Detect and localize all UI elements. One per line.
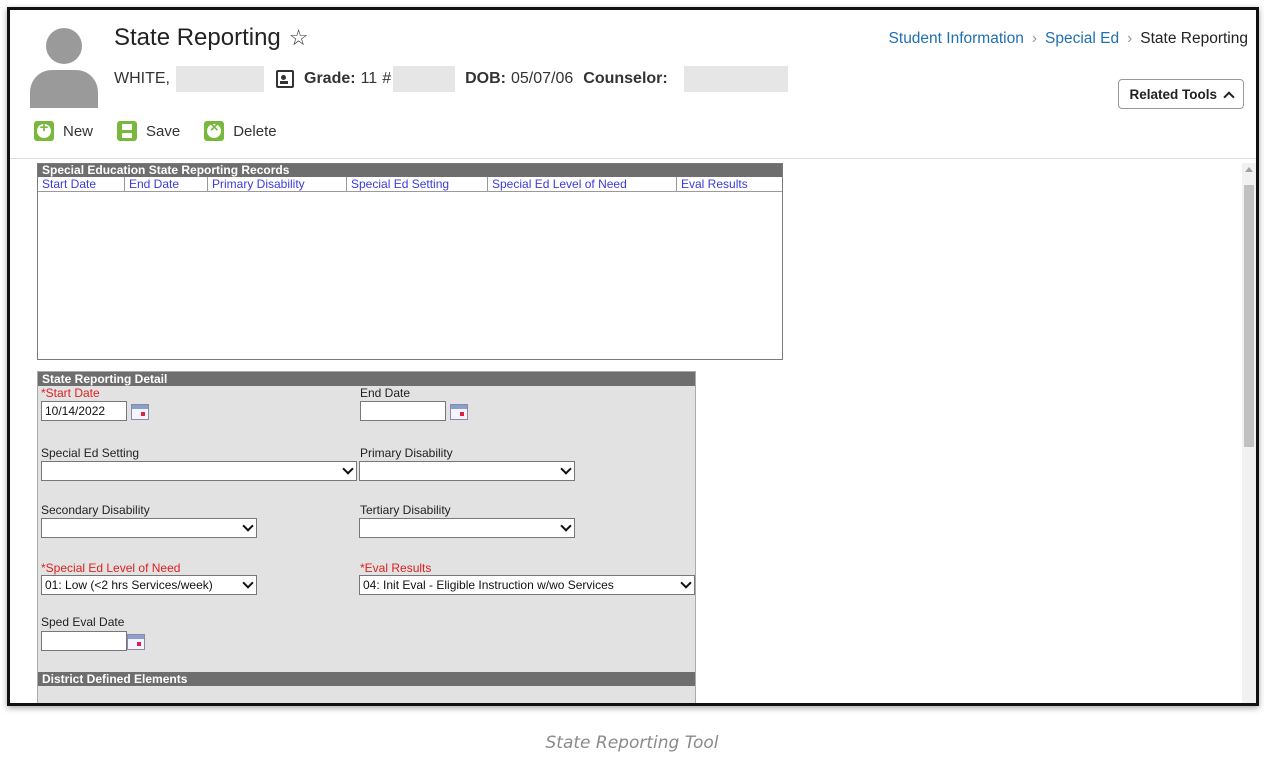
column-header-special-ed-setting[interactable]: Special Ed Setting <box>347 177 488 191</box>
dob-label: DOB: <box>465 70 506 87</box>
redacted-first-name <box>176 66 264 92</box>
eval-results-value: 04: Init Eval - Eligible Instruction w/w… <box>363 578 614 592</box>
student-last-name: WHITE, <box>114 70 170 87</box>
primary-disability-label: Primary Disability <box>360 446 453 460</box>
end-date-input[interactable] <box>360 401 446 421</box>
calendar-icon[interactable] <box>127 634 145 650</box>
counselor-label: Counselor: <box>583 70 668 87</box>
district-defined-title: District Defined Elements <box>38 672 695 686</box>
chevron-down-icon <box>560 463 572 475</box>
number-sign: # <box>382 70 392 87</box>
level-of-need-select[interactable]: 01: Low (<2 hrs Services/week) <box>41 575 257 595</box>
new-label: New <box>63 122 94 140</box>
records-column-headers: Start Date End Date Primary Disability S… <box>38 177 782 192</box>
special-ed-setting-label: Special Ed Setting <box>41 446 140 460</box>
secondary-disability-select[interactable] <box>41 518 257 538</box>
column-header-eval-results[interactable]: Eval Results <box>677 177 769 191</box>
column-header-end-date[interactable]: End Date <box>125 177 208 191</box>
column-header-primary-disability[interactable]: Primary Disability <box>208 177 347 191</box>
tertiary-disability-label: Tertiary Disability <box>360 503 451 517</box>
toolbar: New Save Delete <box>34 119 301 141</box>
column-header-level-of-need[interactable]: Special Ed Level of Need <box>488 177 677 191</box>
app-window: State Reporting ☆ WHITE, Grade: 11 # DOB… <box>7 7 1259 706</box>
star-icon[interactable]: ☆ <box>289 25 309 51</box>
breadcrumb-special-ed[interactable]: Special Ed <box>1045 30 1119 48</box>
start-date-label: *Start Date <box>41 386 100 400</box>
level-of-need-value: 01: Low (<2 hrs Services/week) <box>45 578 213 592</box>
save-label: Save <box>146 122 181 140</box>
calendar-icon[interactable] <box>131 404 149 420</box>
breadcrumb-separator-icon: › <box>1031 30 1037 47</box>
scroll-up-arrow-icon[interactable] <box>1245 167 1253 172</box>
delete-icon <box>204 119 225 141</box>
grade-label: Grade: <box>304 70 356 87</box>
eval-results-label: *Eval Results <box>360 561 432 575</box>
avatar <box>30 26 98 108</box>
chevron-down-icon <box>342 463 354 475</box>
chevron-down-icon <box>680 577 692 589</box>
detail-panel: State Reporting Detail *Start Date 10/14… <box>37 371 696 703</box>
save-icon <box>117 121 138 141</box>
save-button[interactable]: Save <box>117 121 180 141</box>
scrollbar-thumb[interactable] <box>1244 185 1254 447</box>
plus-circle-icon <box>34 119 54 141</box>
end-date-label: End Date <box>360 386 411 400</box>
redacted-student-number <box>393 66 456 92</box>
chevron-down-icon <box>560 520 572 532</box>
related-tools-label: Related Tools <box>1129 86 1217 102</box>
sped-eval-date-input[interactable] <box>41 631 127 651</box>
related-tools-button[interactable]: Related Tools <box>1118 79 1244 109</box>
start-date-input[interactable]: 10/14/2022 <box>41 401 127 421</box>
detail-title: State Reporting Detail <box>38 372 695 386</box>
dob-value: 05/07/06 <box>510 70 574 87</box>
figure-caption: State Reporting Tool <box>545 733 719 753</box>
breadcrumb-current: State Reporting <box>1140 30 1248 47</box>
chevron-down-icon <box>242 520 254 532</box>
secondary-disability-label: Secondary Disability <box>41 503 150 517</box>
redacted-counselor <box>683 66 788 92</box>
chevron-up-icon <box>1223 90 1235 103</box>
eval-results-select[interactable]: 04: Init Eval - Eligible Instruction w/w… <box>359 575 695 595</box>
primary-disability-select[interactable] <box>359 461 575 481</box>
new-button[interactable]: New <box>34 119 94 141</box>
level-of-need-label: *Special Ed Level of Need <box>41 561 181 575</box>
calendar-icon[interactable] <box>450 404 468 420</box>
sped-eval-date-label: Sped Eval Date <box>41 615 125 629</box>
tertiary-disability-select[interactable] <box>359 518 575 538</box>
id-card-icon[interactable] <box>276 70 294 88</box>
page-title-row: State Reporting ☆ <box>114 24 309 52</box>
records-title: Special Education State Reporting Record… <box>38 164 782 177</box>
column-header-start-date[interactable]: Start Date <box>38 177 125 191</box>
page-title: State Reporting <box>114 24 281 51</box>
breadcrumb-student-information[interactable]: Student Information <box>889 30 1024 48</box>
records-table: Special Education State Reporting Record… <box>37 163 783 360</box>
delete-button[interactable]: Delete <box>204 119 277 141</box>
breadcrumb: Student Information › Special Ed › State… <box>889 30 1248 48</box>
breadcrumb-separator-icon: › <box>1127 30 1133 47</box>
student-info: WHITE, Grade: 11 # DOB: 05/07/06 Counsel… <box>114 66 788 92</box>
grade-value: 11 <box>360 70 378 87</box>
delete-label: Delete <box>233 122 277 140</box>
chevron-down-icon <box>242 577 254 589</box>
special-ed-setting-select[interactable] <box>41 461 357 481</box>
toolbar-divider <box>10 158 1256 159</box>
vertical-scrollbar[interactable] <box>1242 163 1256 703</box>
